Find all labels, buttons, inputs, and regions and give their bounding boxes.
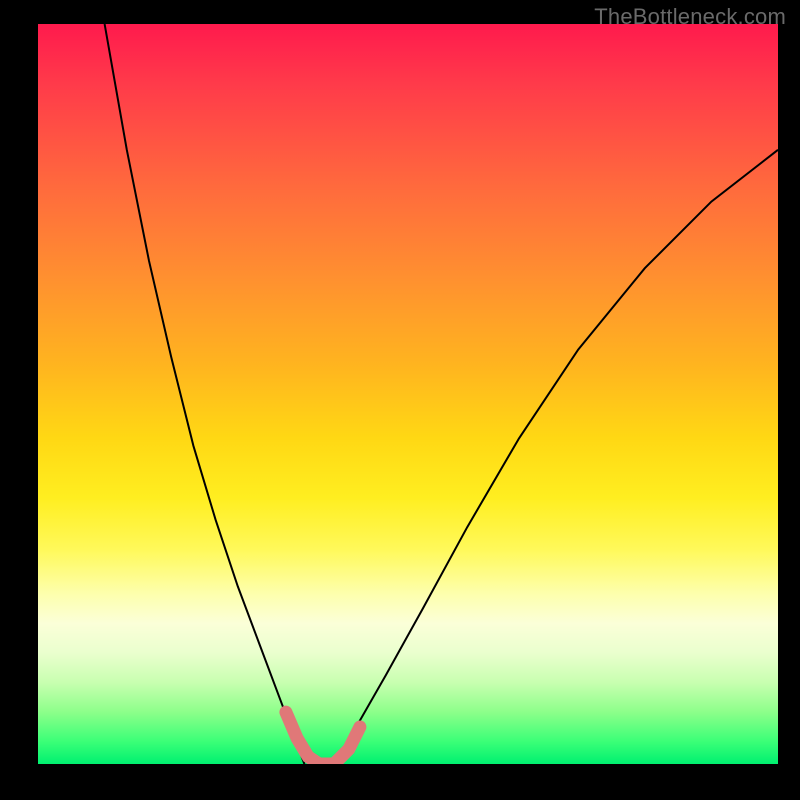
left-curve	[105, 24, 305, 764]
chart-frame: TheBottleneck.com	[0, 0, 800, 800]
highlight-segment	[286, 712, 360, 764]
watermark-text: TheBottleneck.com	[594, 4, 786, 30]
right-curve	[334, 150, 778, 764]
curves-layer	[38, 24, 778, 764]
plot-area	[38, 24, 778, 764]
